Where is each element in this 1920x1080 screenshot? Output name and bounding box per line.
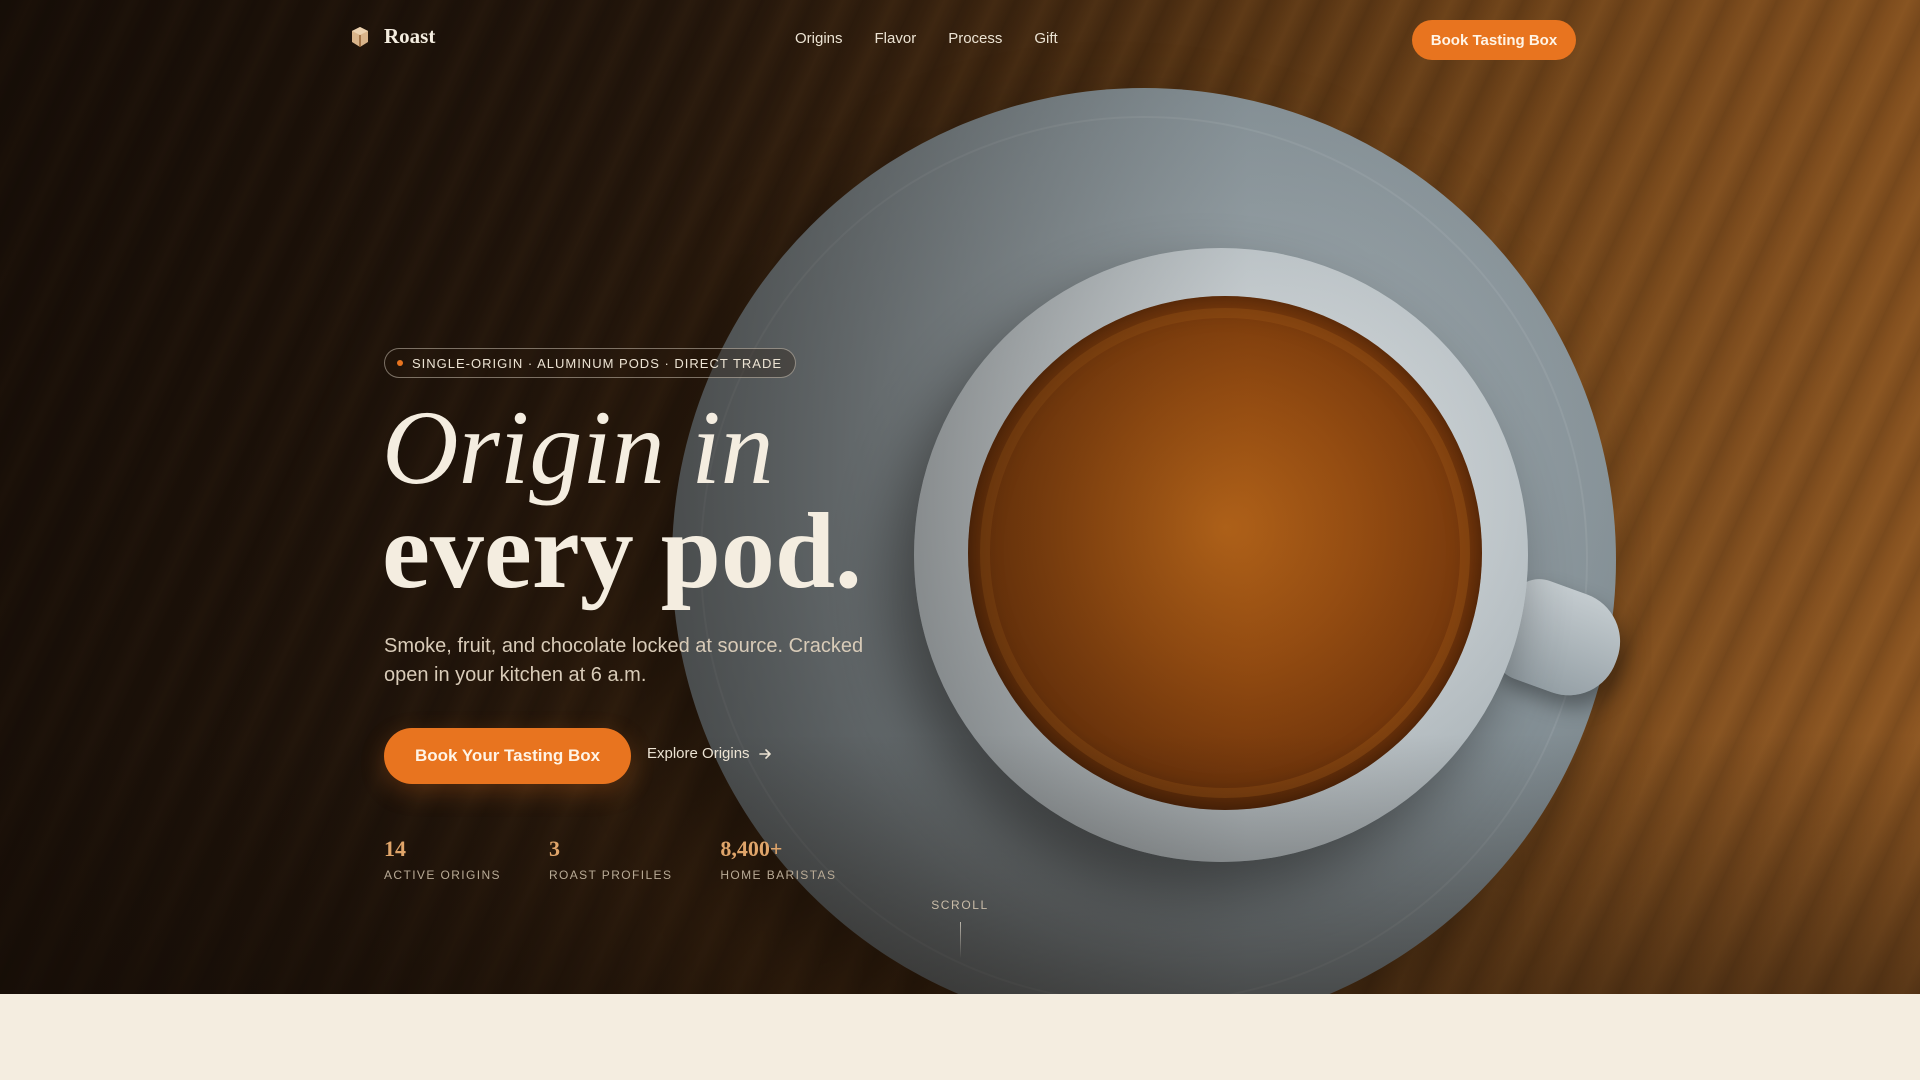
book-your-tasting-box-button[interactable]: Book Your Tasting Box (384, 728, 631, 784)
brand-name: Roast (384, 24, 436, 48)
scroll-indicator[interactable]: SCROLL (931, 898, 989, 958)
nav-link-gift[interactable]: Gift (1034, 30, 1057, 47)
explore-origins-link[interactable]: Explore Origins (647, 745, 772, 762)
scroll-label: SCROLL (931, 898, 989, 912)
nav-links: Origins Flavor Process Gift (795, 30, 1058, 47)
hero-stats: 14 ACTIVE ORIGINS 3 ROAST PROFILES 8,400… (384, 836, 836, 882)
brand-logo[interactable]: Roast (350, 24, 435, 49)
stat-value: 8,400+ (720, 836, 783, 861)
stat-home-baristas: 8,400+ HOME BARISTAS (720, 836, 836, 882)
stat-roast-profiles: 3 ROAST PROFILES (549, 836, 672, 882)
next-section-background (0, 994, 1920, 1080)
stat-value: 3 (548, 836, 560, 861)
stat-label: ACTIVE ORIGINS (384, 868, 501, 882)
hero-section: Roast Origins Flavor Process Gift Book T… (0, 0, 1920, 994)
arrow-right-icon (758, 748, 771, 759)
top-navigation: Roast Origins Flavor Process Gift Book T… (0, 0, 1920, 80)
book-tasting-box-button[interactable]: Book Tasting Box (1412, 20, 1576, 60)
headline-line-1: Origin in (382, 389, 774, 506)
nav-link-flavor[interactable]: Flavor (875, 30, 917, 47)
coffee-bean-icon (352, 26, 368, 47)
nav-link-origins[interactable]: Origins (795, 30, 843, 47)
hero-tag-pill: SINGLE-ORIGIN · ALUMINUM PODS · DIRECT T… (384, 348, 797, 378)
stat-label: ROAST PROFILES (548, 868, 673, 882)
hero-tag-text: SINGLE-ORIGIN · ALUMINUM PODS · DIRECT T… (412, 355, 783, 371)
tag-dot (397, 360, 403, 366)
scroll-line (959, 922, 961, 958)
explore-origins-label: Explore Origins (647, 745, 750, 762)
stat-active-origins: 14 ACTIVE ORIGINS (384, 836, 501, 882)
headline-line-2: every pod. (382, 492, 862, 611)
hero-subcopy: Smoke, fruit, and chocolate locked at so… (384, 635, 864, 686)
stat-value: 14 (384, 836, 406, 861)
stat-label: HOME BARISTAS (720, 868, 837, 882)
nav-link-process[interactable]: Process (948, 30, 1002, 47)
